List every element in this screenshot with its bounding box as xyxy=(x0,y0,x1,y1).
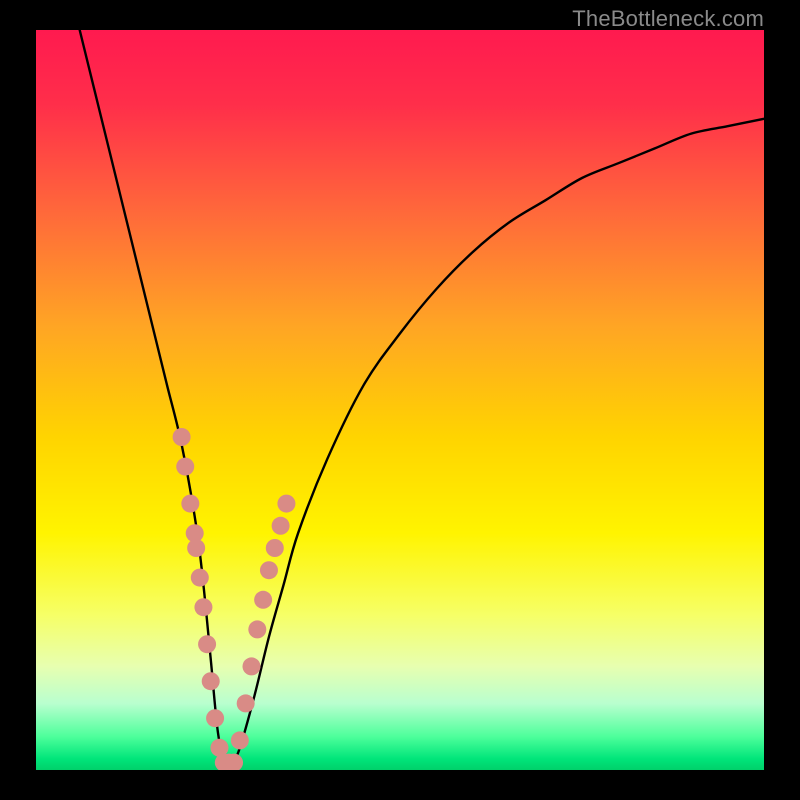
sample-marker xyxy=(277,495,295,513)
sample-marker xyxy=(191,569,209,587)
sample-marker xyxy=(176,458,194,476)
sample-marker xyxy=(231,731,249,749)
sample-marker xyxy=(194,598,212,616)
sample-marker xyxy=(206,709,224,727)
plot-area xyxy=(36,30,764,770)
sample-marker xyxy=(254,591,272,609)
sample-marker xyxy=(272,517,290,535)
sample-marker xyxy=(260,561,278,579)
sample-marker xyxy=(181,495,199,513)
sample-marker xyxy=(198,635,216,653)
chart-container: { "watermark": "TheBottleneck.com", "col… xyxy=(0,0,800,800)
bottleneck-curve xyxy=(80,30,764,765)
watermark-text: TheBottleneck.com xyxy=(572,6,764,32)
sample-marker xyxy=(266,539,284,557)
sample-marker xyxy=(187,539,205,557)
sample-marker xyxy=(173,428,191,446)
sample-marker xyxy=(202,672,220,690)
sample-marker xyxy=(242,657,260,675)
sample-marker xyxy=(237,694,255,712)
sample-marker xyxy=(248,620,266,638)
sample-markers xyxy=(173,428,296,770)
chart-overlay xyxy=(36,30,764,770)
